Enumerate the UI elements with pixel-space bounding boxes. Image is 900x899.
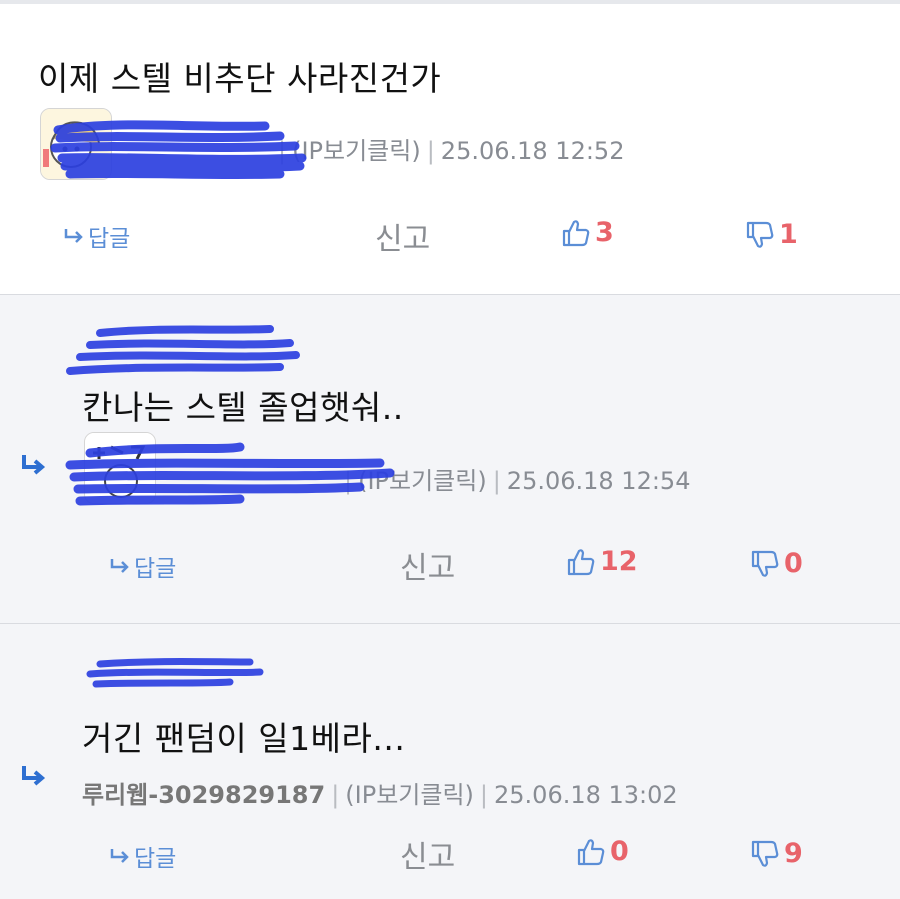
comment-meta: 루리웹-3029829187 | (IP보기클릭) | 25.06.18 13:02 — [82, 775, 678, 810]
comment-item: 이제 스텔 비추단 사라진건가 | (IP보기클릭) | 25.06.18 12:52… — [0, 4, 900, 294]
thumbs-up-icon — [567, 548, 595, 575]
report-label: 신고 — [400, 551, 456, 586]
ip-link[interactable]: (IP보기클릭) — [292, 137, 421, 165]
thumbs-down-icon — [751, 840, 779, 867]
like-count: 0 — [610, 836, 629, 867]
reply-label: 답글 — [88, 226, 131, 252]
redaction-scribble — [66, 325, 300, 375]
avatar[interactable] — [84, 432, 156, 504]
reply-button[interactable]: 답글 — [64, 219, 130, 253]
reply-label: 답글 — [134, 846, 177, 872]
comment-text: 칸나는 스텔 졸업햇숴.. — [82, 388, 404, 427]
ip-link[interactable]: (IP보기클릭) — [345, 781, 474, 809]
redaction-scribble — [86, 658, 264, 688]
comment-text: 거긴 팬덤이 일1베라... — [82, 719, 406, 758]
avatar[interactable] — [40, 108, 112, 180]
reply-button[interactable]: 답글 — [110, 839, 176, 873]
nested-reply-arrow-icon — [22, 766, 46, 786]
dislike-count: 9 — [784, 838, 803, 869]
reply-comment-item: 거긴 팬덤이 일1베라... 루리웹-3029829187 | (IP보기클릭) | 2… — [0, 624, 900, 899]
comment-meta: | (IP보기클릭) | 25.06.18 12:52 — [124, 131, 624, 166]
report-label: 신고 — [400, 840, 456, 875]
comment-text: 이제 스텔 비추단 사라진건가 — [38, 59, 442, 98]
thumbs-up-icon — [562, 219, 590, 246]
meta-divider: | — [344, 467, 353, 495]
author-nickname[interactable]: 루리웹-3029829187 — [82, 781, 325, 809]
comment-meta: | (IP보기클릭) | 25.06.18 12:54 — [172, 461, 690, 496]
like-button[interactable]: 0 — [576, 836, 629, 867]
timestamp: 25.06.18 13:02 — [494, 781, 678, 809]
reply-arrow-icon — [64, 229, 83, 243]
thumbs-down-icon — [746, 221, 774, 248]
like-count: 12 — [600, 546, 638, 577]
dislike-button[interactable]: 9 — [750, 838, 803, 869]
reply-comment-item: 칸나는 스텔 졸업햇숴.. | (IP보기클릭) | 25.06.18 12:54 답… — [0, 295, 900, 623]
report-label: 신고 — [375, 222, 431, 257]
like-button[interactable]: 12 — [566, 546, 638, 577]
reply-label: 답글 — [134, 556, 177, 582]
report-button[interactable]: 신고 — [400, 832, 455, 876]
meta-divider: | — [479, 781, 488, 809]
dislike-button[interactable]: 0 — [750, 548, 803, 579]
dislike-count: 1 — [779, 219, 798, 250]
report-button[interactable]: 신고 — [375, 214, 430, 258]
meta-divider: | — [426, 137, 435, 165]
timestamp: 25.06.18 12:54 — [506, 467, 691, 495]
meta-divider: | — [278, 137, 287, 165]
like-count: 3 — [595, 217, 614, 248]
dislike-count: 0 — [784, 548, 803, 579]
nested-reply-arrow-icon — [22, 455, 46, 475]
like-button[interactable]: 3 — [561, 217, 614, 248]
timestamp: 25.06.18 12:52 — [440, 137, 625, 165]
ip-link[interactable]: (IP보기클릭) — [358, 467, 487, 495]
reply-arrow-icon — [110, 559, 129, 573]
reply-arrow-icon — [110, 849, 129, 863]
meta-divider: | — [492, 467, 501, 495]
thumbs-down-icon — [751, 550, 779, 577]
dislike-button[interactable]: 1 — [745, 219, 798, 250]
report-button[interactable]: 신고 — [400, 543, 455, 587]
thumbs-up-icon — [577, 838, 605, 865]
meta-divider: | — [331, 781, 340, 809]
reply-button[interactable]: 답글 — [110, 549, 176, 583]
